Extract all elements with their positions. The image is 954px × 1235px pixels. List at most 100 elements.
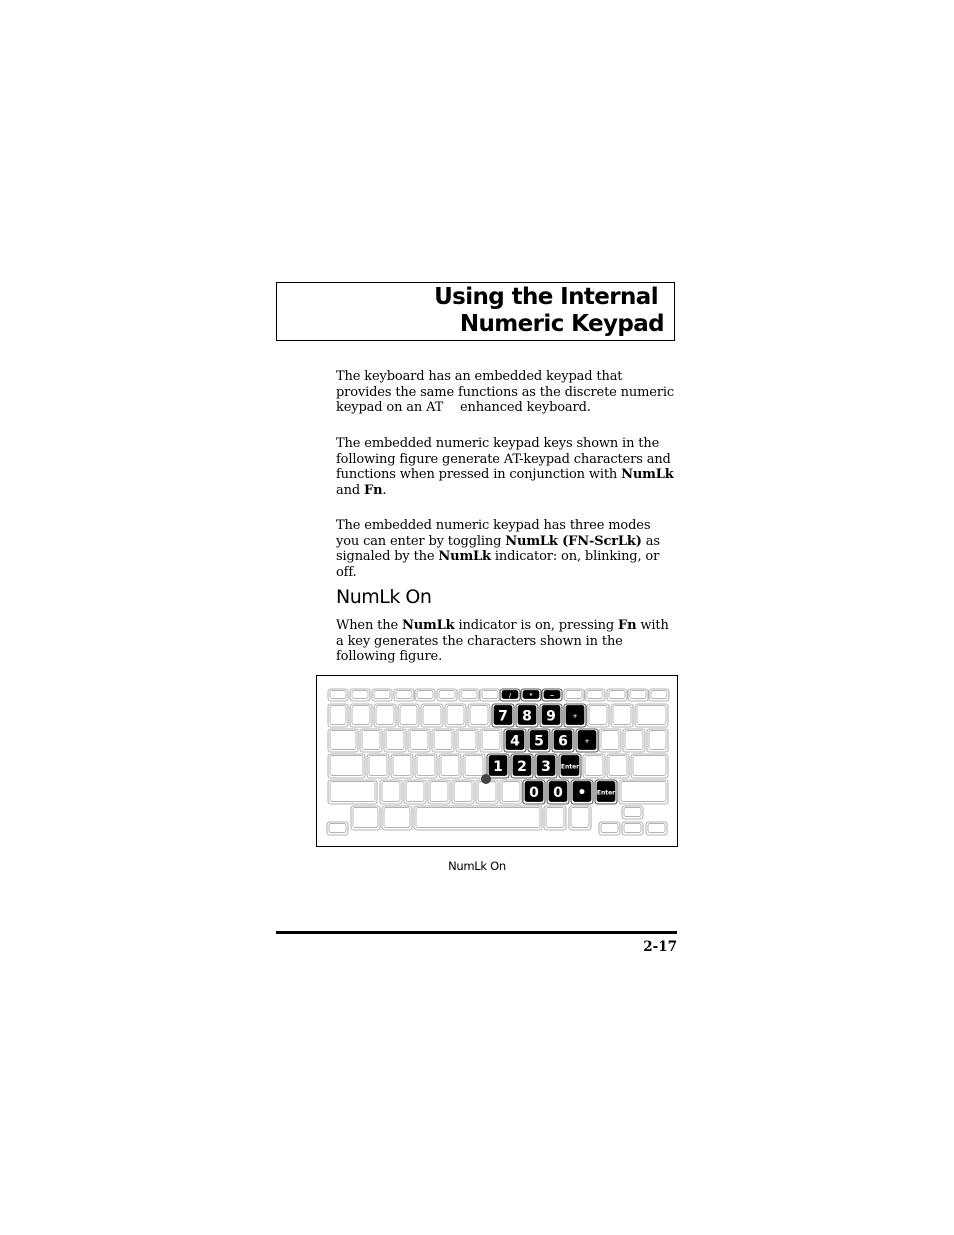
key-label: 0 [529, 785, 539, 801]
keyboard-key [326, 821, 349, 836]
keypad-function-key: − [541, 688, 563, 702]
keyboard-key [397, 703, 420, 728]
keyboard-diagram: / * − 7 8 9 +4 5 6 +1 2 3 Enter 0 0 • Enter [326, 688, 670, 836]
subsection-heading: NumLk On [336, 586, 432, 608]
key-label: 7 [498, 709, 508, 725]
keypad-key: • [570, 779, 594, 805]
key-label: + [584, 738, 589, 745]
keypad-key: 7 [491, 703, 515, 728]
key-label: 1 [493, 759, 503, 775]
keyboard-key [383, 728, 407, 753]
keyboard-key [379, 779, 403, 805]
section-title-box: Using the Internal Numeric Keypad [276, 282, 675, 341]
keypad-key: 6 [551, 728, 575, 753]
keypad-key: 0 [522, 779, 546, 805]
keypad-key: + [563, 703, 587, 728]
keypad-key: + [575, 728, 599, 753]
function-key [627, 688, 649, 702]
keyboard-key [499, 779, 523, 805]
keypad-function-key: * [520, 688, 542, 702]
key-label: 9 [546, 709, 556, 725]
keyboard-key [359, 728, 383, 753]
function-key [606, 688, 628, 702]
keyboard-key [350, 805, 381, 831]
keyboard-key [568, 805, 592, 831]
paragraph-numlk-on: When the NumLk indicator is on, pressing… [336, 618, 676, 665]
keypad-function-key: / [499, 688, 521, 702]
keyboard-key [431, 728, 455, 753]
keyboard-key [381, 805, 413, 831]
bold-term: NumLk (FN-ScrLk) [505, 533, 642, 549]
keyboard-key [451, 779, 475, 805]
bold-term: Fn [618, 618, 637, 633]
keyboard-key [349, 703, 373, 728]
keypad-key: Enter [594, 779, 618, 805]
spacebar-key [413, 805, 543, 831]
keyboard-key [420, 703, 444, 728]
keypad-key: 4 [503, 728, 527, 753]
keyboard-key [455, 728, 479, 753]
keyboard-key [444, 703, 467, 728]
keyboard-key [610, 703, 634, 728]
function-key [584, 688, 606, 702]
keypad-key: 2 [510, 753, 534, 779]
keyboard-key [438, 753, 462, 779]
bold-term: NumLk [621, 467, 674, 483]
keyboard-key [462, 753, 486, 779]
section-title-line-2: Numeric Keypad [459, 311, 665, 337]
keypad-key: 1 [486, 753, 510, 779]
key-label: Enter [597, 790, 615, 797]
key-label: 2 [517, 759, 527, 775]
keypad-key: 9 [539, 703, 563, 728]
key-label: 3 [541, 759, 551, 775]
function-key [563, 688, 585, 702]
function-key [479, 688, 501, 702]
keyboard-key [598, 728, 622, 753]
keyboard-key [327, 779, 378, 805]
text-segment: indicator is on, pressing [454, 618, 619, 633]
keyboard-key [414, 753, 438, 779]
keypad-key: 0 [546, 779, 570, 805]
keypad-key: Enter [558, 753, 582, 779]
key-label: 5 [534, 734, 544, 750]
bold-term: NumLk [438, 549, 491, 565]
function-key [327, 688, 349, 702]
function-key [436, 688, 458, 702]
key-label: Enter [561, 764, 579, 771]
bold-term: NumLk [402, 618, 455, 633]
key-label: 4 [510, 734, 520, 750]
keyboard-key [327, 703, 349, 728]
arrow-down-key [621, 821, 644, 836]
arrow-right-key [645, 821, 668, 836]
keyboard-key [582, 753, 606, 779]
function-key [648, 688, 670, 702]
keyboard-key [586, 703, 610, 728]
key-label: 0 [553, 785, 563, 801]
page-number: 2-17 [643, 939, 677, 955]
pointing-stick-icon [481, 774, 491, 784]
keyboard-key [327, 753, 366, 779]
function-key [371, 688, 393, 702]
keyboard-key [427, 779, 451, 805]
section-title-line-1: Using the Internal [434, 284, 659, 310]
keyboard-key [646, 728, 669, 753]
footer-rule [276, 931, 677, 934]
paragraph-intro: The keyboard has an embedded keypad that… [336, 369, 676, 416]
function-key [393, 688, 415, 702]
keyboard-key [618, 779, 669, 805]
keyboard-key [479, 728, 503, 753]
keyboard-key [403, 779, 427, 805]
arrow-left-key [598, 821, 621, 836]
function-key [349, 688, 371, 702]
key-label: − [549, 693, 554, 700]
keypad-key: 8 [515, 703, 539, 728]
text-segment: . [382, 482, 387, 498]
arrow-up-key [621, 805, 644, 820]
keyboard-key [407, 728, 431, 753]
key-label: 6 [558, 734, 568, 750]
keyboard-key [366, 753, 390, 779]
key-label: • [578, 785, 587, 801]
text-segment: The keyboard has an embedded keypad that… [336, 369, 675, 416]
figure-caption: NumLk On [448, 859, 506, 873]
keyboard-key [606, 753, 630, 779]
